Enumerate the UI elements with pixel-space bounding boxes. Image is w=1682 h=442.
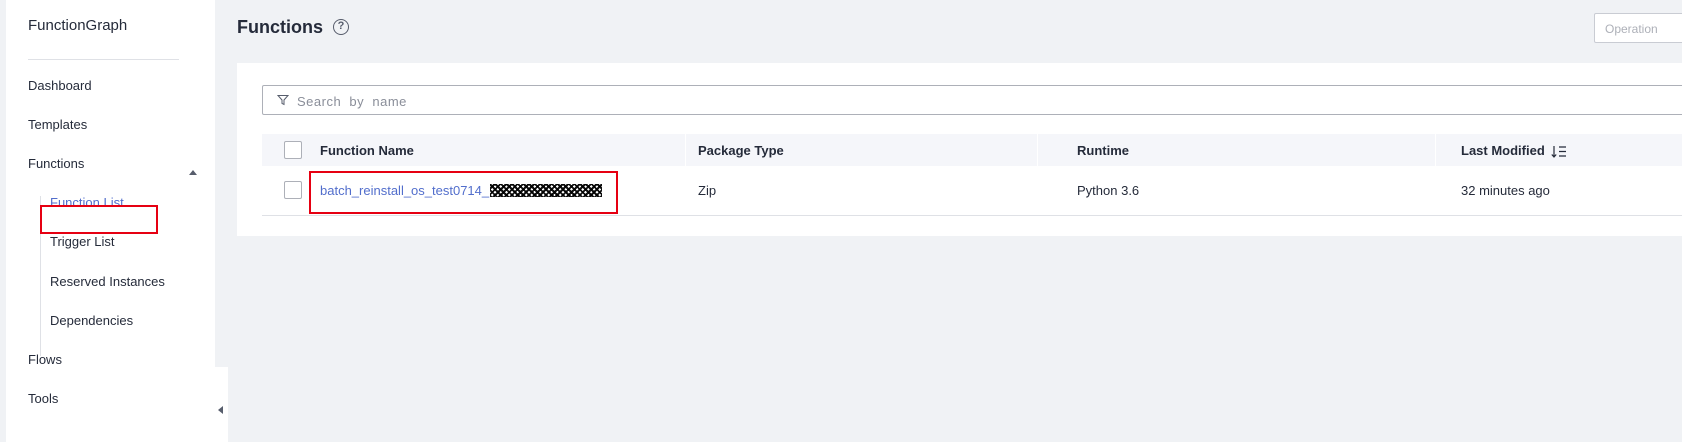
sidebar-item-functions[interactable]: Functions <box>28 156 84 171</box>
sidebar-item-templates[interactable]: Templates <box>28 117 87 132</box>
column-header-last-modified[interactable]: Last Modified <box>1461 143 1567 158</box>
sidebar-item-trigger-list[interactable]: Trigger List <box>50 234 115 249</box>
runtime-cell: Python 3.6 <box>1077 183 1140 198</box>
page-title: Functions <box>237 17 323 37</box>
question-circle-icon[interactable]: ? <box>333 19 349 35</box>
sidebar-collapse-tab[interactable] <box>200 367 228 442</box>
select-all-checkbox[interactable] <box>284 141 302 159</box>
operation-button[interactable]: Operation <box>1594 13 1682 43</box>
sidebar-item-dashboard[interactable]: Dashboard <box>28 78 92 93</box>
last-modified-label: Last Modified <box>1461 143 1545 158</box>
column-header-function-name[interactable]: Function Name <box>320 143 414 158</box>
column-header-runtime[interactable]: Runtime <box>1077 143 1129 158</box>
package-type-cell: Zip <box>698 183 717 198</box>
sidebar-divider <box>28 59 179 60</box>
column-header-package-type[interactable]: Package Type <box>698 143 784 158</box>
table-header: Function Name Package Type Runtime Last … <box>262 134 1682 166</box>
sidebar-item-tools[interactable]: Tools <box>28 391 58 406</box>
sidebar-item-flows[interactable]: Flows <box>28 352 62 367</box>
collapse-arrow-icon[interactable] <box>218 406 223 414</box>
filter-icon <box>277 95 289 106</box>
caret-up-icon[interactable] <box>189 170 197 175</box>
sidebar-item-reserved-instances[interactable]: Reserved Instances <box>50 274 165 289</box>
column-divider <box>1435 134 1436 166</box>
highlight-box-function-list <box>40 205 158 234</box>
sidebar-title: FunctionGraph <box>28 17 128 34</box>
sidebar-item-dependencies[interactable]: Dependencies <box>50 313 133 328</box>
search-bar[interactable] <box>262 85 1682 115</box>
highlight-box-function-name <box>309 171 618 214</box>
row-checkbox[interactable] <box>284 181 302 199</box>
column-divider <box>685 134 686 166</box>
column-divider <box>1037 134 1038 166</box>
sort-descending-icon[interactable] <box>1551 145 1567 158</box>
search-input[interactable] <box>295 90 1199 112</box>
last-modified-cell: 32 minutes ago <box>1461 183 1550 198</box>
